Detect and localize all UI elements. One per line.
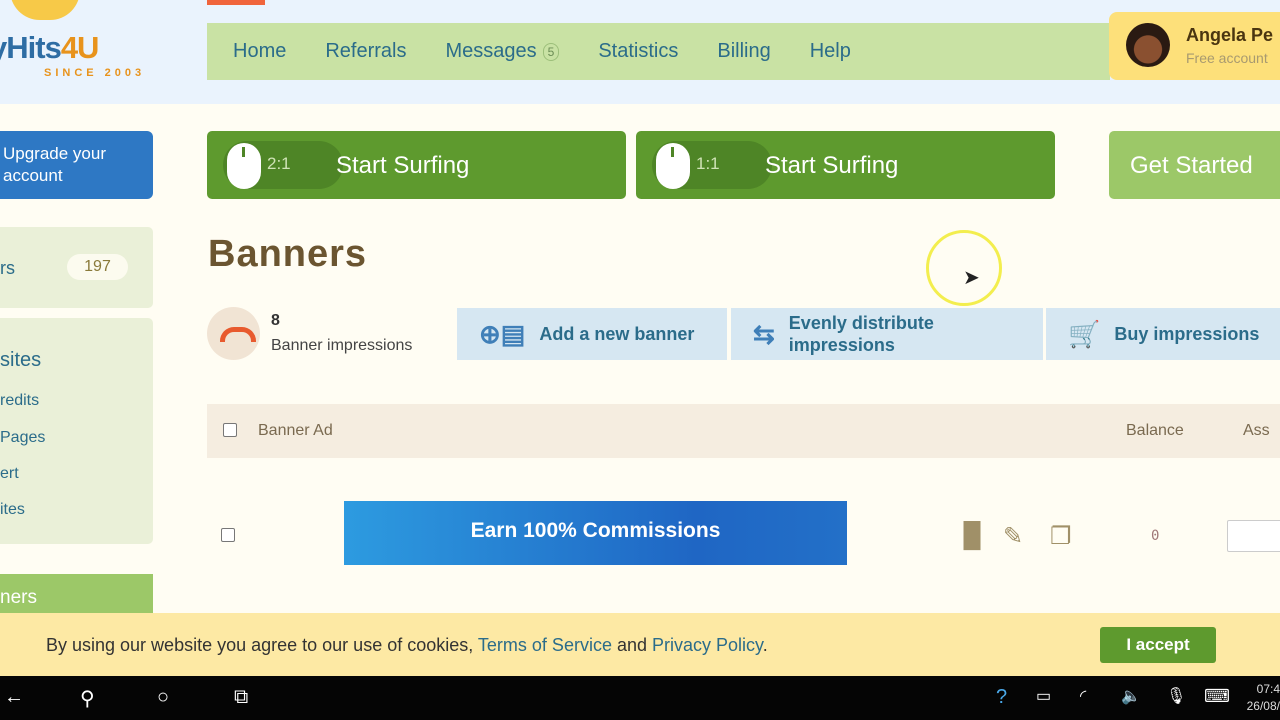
impressions-label: Banner impressions [271, 337, 413, 354]
balance-value: 0 [1151, 528, 1160, 544]
avatar [1126, 23, 1170, 67]
task-view-icon[interactable]: ⧉ [234, 686, 248, 709]
nav-billing[interactable]: Billing [717, 40, 770, 63]
user-name: Angela Pe [1186, 25, 1274, 45]
accent-bar [207, 0, 265, 5]
distribute-impressions-button[interactable]: ⇆ Evenly distribute impressions [731, 308, 1043, 360]
nav-home[interactable]: Home [233, 40, 286, 63]
nav-referrals[interactable]: Referrals [325, 40, 406, 63]
taskbar: ← ⚲ ○ ⧉ ? ▭ ◜ 🔈 🎙 ⌨ 07:4 26/08/ [0, 676, 1280, 720]
assign-input[interactable] [1227, 520, 1280, 552]
add-banner-icon: ⊕▤ [479, 318, 526, 349]
keyboard-icon[interactable]: ⌨ [1204, 686, 1230, 707]
user-menu[interactable]: Angela Pe Free account [1109, 12, 1280, 80]
main-nav: Home Referrals Messages 5 Statistics Bill… [207, 23, 1110, 80]
privacy-link[interactable]: Privacy Policy [652, 635, 763, 655]
distribute-icon: ⇆ [753, 319, 775, 349]
stats-icon[interactable]: ▐▌ [955, 522, 989, 550]
nav-statistics[interactable]: Statistics [598, 40, 678, 63]
sidebar-item[interactable]: ert [0, 465, 19, 483]
cortana-icon[interactable]: ○ [157, 686, 169, 709]
accept-cookies-button[interactable]: I accept [1100, 627, 1216, 663]
account-type: Free account [1186, 50, 1268, 66]
terms-link[interactable]: Terms of Service [478, 635, 612, 655]
banner-ad-image[interactable]: Earn 100% Commissions [344, 501, 847, 565]
row-checkbox[interactable] [221, 528, 235, 542]
logo[interactable]: yHits4U [0, 30, 99, 66]
impressions-count: 8 [271, 312, 280, 329]
mouse-cursor-icon: ➤ [963, 267, 980, 289]
sidebar-websites-panel: sites redits Pages ert ites [0, 318, 153, 544]
mouse-icon [656, 143, 690, 189]
search-icon[interactable]: ⚲ [80, 686, 95, 711]
add-banner-button[interactable]: ⊕▤ Add a new banner [457, 308, 727, 360]
sidebar-section-title: sites [0, 349, 42, 371]
cookie-banner: By using our website you agree to our us… [0, 613, 1280, 676]
page-title: Banners [208, 233, 368, 275]
back-icon[interactable]: ← [4, 686, 24, 709]
sidebar-item-banners-active[interactable]: ners [0, 574, 153, 614]
nav-messages[interactable]: Messages 5 [446, 40, 560, 63]
counter-badge: 197 [67, 254, 128, 280]
sidebar-item[interactable]: redits [0, 392, 39, 410]
nav-help[interactable]: Help [810, 40, 851, 63]
cart-icon: 🛒 [1068, 318, 1101, 349]
messages-badge: 5 [542, 42, 560, 61]
header: yHits4U SINCE 2003 Home Referrals Messag… [0, 0, 1280, 104]
volume-icon[interactable]: 🔈 [1121, 686, 1141, 706]
table-header: Banner Ad Balance Ass [207, 404, 1280, 458]
logo-since: SINCE 2003 [44, 67, 146, 79]
sidebar-item[interactable]: Pages [0, 429, 45, 447]
wifi-icon[interactable]: ◜ [1080, 686, 1086, 706]
edit-pencil-icon[interactable]: ✎ [1003, 522, 1023, 551]
duplicate-icon[interactable]: ❐ [1050, 522, 1072, 551]
start-surfing-1-1-button[interactable]: 1:1 Start Surfing [636, 131, 1055, 199]
sidebar-item[interactable]: ites [0, 501, 25, 519]
mouse-icon [227, 143, 261, 189]
get-started-button[interactable]: Get Started [1109, 131, 1280, 199]
logo-hand-icon [10, 0, 80, 20]
help-icon[interactable]: ? [996, 686, 1007, 709]
battery-icon[interactable]: ▭ [1036, 686, 1051, 706]
microphone-icon[interactable]: 🎙 [1166, 686, 1186, 706]
banner-ribbon-icon [207, 307, 260, 360]
select-all-checkbox[interactable] [223, 423, 237, 437]
buy-impressions-button[interactable]: 🛒 Buy impressions [1046, 308, 1280, 360]
upgrade-account-button[interactable]: Upgrade your account [0, 131, 153, 199]
start-surfing-2-1-button[interactable]: 2:1 Start Surfing [207, 131, 626, 199]
clock[interactable]: 07:4 26/08/ [1244, 681, 1280, 715]
sidebar-counter-panel: rs 197 [0, 227, 153, 308]
